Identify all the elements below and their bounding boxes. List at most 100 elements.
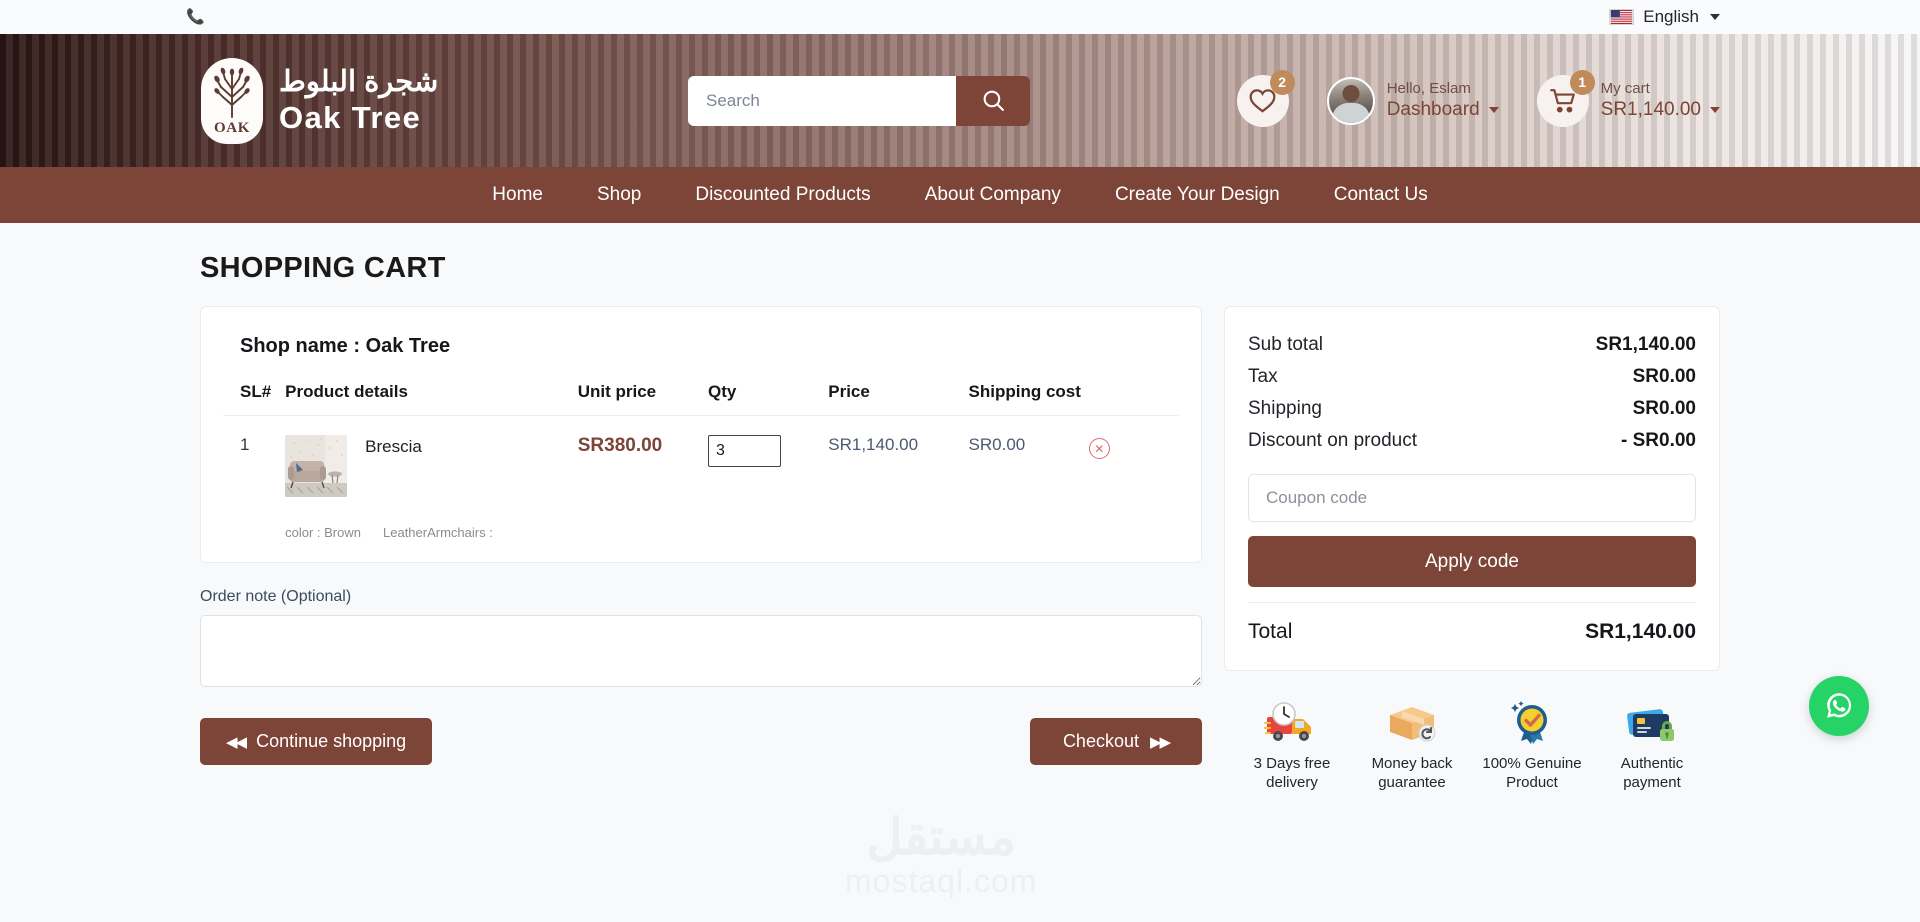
money-back-box-icon: [1390, 707, 1436, 742]
trust-badge-payment-text: Authentic payment: [1620, 755, 1684, 791]
phone-icon[interactable]: 📞: [186, 10, 205, 25]
delivery-truck-icon: [1264, 702, 1311, 741]
language-label: English: [1643, 7, 1699, 26]
cart-label: My cart: [1600, 79, 1650, 97]
logo-oak-text: OAK: [214, 119, 250, 136]
cart-table-header: SL# Product details Unit price Qty Price…: [223, 382, 1179, 416]
cart-icon-circle: 1: [1536, 69, 1595, 127]
watermark-latin: mostaql.com: [845, 862, 1038, 899]
trust-badge-delivery: 3 Days free delivery: [1232, 699, 1352, 793]
product-thumbnail[interactable]: [285, 435, 348, 497]
dashboard-label: Dashboard: [1386, 98, 1480, 120]
wishlist-badge: 2: [1269, 69, 1295, 95]
nav-item-discounted-products[interactable]: Discounted Products: [668, 184, 897, 206]
logo-arabic-name: شجرة البلوط: [279, 66, 439, 99]
search-input[interactable]: [688, 75, 956, 126]
total-label: Total: [1248, 620, 1293, 643]
product-name[interactable]: Brescia: [365, 435, 422, 457]
search-icon: [983, 90, 1004, 111]
nav-item-about-company[interactable]: About Company: [898, 184, 1088, 206]
coupon-code-input[interactable]: [1248, 474, 1696, 522]
unit-price-value: SR380.00: [577, 435, 663, 456]
row-shipping-cell: SR0.00: [968, 415, 1089, 562]
trust-badge-delivery-text: 3 Days free delivery: [1253, 755, 1331, 791]
page-body: SHOPPING CART Shop name : Oak Tree SL# P…: [0, 252, 1920, 793]
site-logo[interactable]: OAK شجرة البلوط Oak Tree: [201, 57, 439, 144]
chevron-double-left-icon: ◀◀: [226, 733, 247, 751]
trust-badge-money-back-text: Money back guarantee: [1371, 755, 1453, 791]
column-header-product: Product details: [285, 382, 408, 401]
top-utility-bar: 📞 English: [0, 0, 1920, 34]
column-header-shipping-cost: Shipping cost: [968, 382, 1081, 401]
wishlist-button[interactable]: 2: [1236, 69, 1295, 127]
quantity-input[interactable]: [708, 435, 781, 467]
apply-code-button[interactable]: Apply code: [1248, 536, 1696, 587]
row-qty-cell: [708, 415, 829, 562]
cart-amount: SR1,140.00: [1600, 98, 1701, 120]
order-note-label: Order note (Optional): [200, 588, 352, 605]
account-menu[interactable]: Hello, Eslam Dashboard: [1326, 76, 1499, 125]
checkout-label: Checkout: [1062, 731, 1139, 751]
nav-item-shop[interactable]: Shop: [570, 184, 668, 206]
chevron-double-right-icon: ▶▶: [1149, 733, 1171, 751]
row-product-cell: Brescia color : Brown LeatherArmchairs :: [285, 415, 578, 562]
trust-badges: 3 Days free delivery Money back guarante…: [1224, 699, 1720, 793]
continue-shopping-button[interactable]: ◀◀ Continue shopping: [200, 718, 433, 765]
column-header-actions: [1089, 382, 1179, 416]
remove-circle-icon[interactable]: ✕: [1088, 438, 1110, 459]
language-selector[interactable]: English: [1609, 7, 1720, 27]
product-attr-color: color : Brown: [285, 525, 361, 540]
secure-payment-icon: [1627, 709, 1674, 741]
summary-row-subtotal: Sub total SR1,140.00: [1248, 329, 1696, 361]
checkout-button[interactable]: Checkout ▶▶: [1030, 718, 1202, 765]
summary-column: Sub total SR1,140.00 Tax SR0.00 Shipping…: [1224, 306, 1720, 793]
main-navigation: Home Shop Discounted Products About Comp…: [0, 167, 1920, 223]
nav-item-create-your-design[interactable]: Create Your Design: [1088, 184, 1307, 206]
chevron-down-icon: [1710, 14, 1720, 20]
genuine-badge-icon: [1511, 701, 1547, 744]
chevron-down-icon: [1710, 107, 1720, 114]
shipping-cost-value: SR0.00: [968, 435, 1026, 454]
shipping-value: SR0.00: [1632, 398, 1696, 419]
shipping-label: Shipping: [1248, 398, 1322, 419]
cart-card: Shop name : Oak Tree SL# Product details…: [200, 306, 1202, 563]
discount-value: - SR0.00: [1621, 430, 1696, 451]
summary-row-tax: Tax SR0.00: [1248, 361, 1696, 393]
cart-amount-row[interactable]: SR1,140.00: [1601, 98, 1720, 122]
column-header-sl: SL#: [240, 382, 272, 401]
cart-column: Shop name : Oak Tree SL# Product details…: [200, 306, 1202, 765]
oak-tree-icon: [214, 67, 250, 118]
header-actions: 2 Hello, Eslam Dashboard 1 My cart SR1,1…: [1236, 69, 1720, 127]
search-bar: [688, 75, 1030, 126]
user-avatar: [1326, 76, 1375, 125]
whatsapp-float-button[interactable]: [1809, 676, 1869, 736]
trust-badge-payment: Authentic payment: [1592, 699, 1712, 793]
subtotal-label: Sub total: [1248, 334, 1323, 355]
logo-english-name: Oak Tree: [279, 99, 422, 135]
cart-button[interactable]: 1 My cart SR1,140.00: [1536, 69, 1720, 127]
product-attributes: color : Brown LeatherArmchairs :: [285, 497, 578, 562]
dashboard-link[interactable]: Dashboard: [1387, 98, 1499, 122]
row-serial: 1: [223, 415, 286, 562]
cart-icon: [1549, 88, 1575, 113]
price-value: SR1,140.00: [828, 435, 919, 454]
trust-badge-genuine-text: 100% Genuine Product: [1482, 755, 1582, 791]
summary-row-discount: Discount on product - SR0.00: [1248, 425, 1696, 457]
mostaql-watermark: مستقل mostaql.com: [845, 812, 1037, 900]
tax-label: Tax: [1248, 366, 1278, 387]
order-note-textarea[interactable]: [200, 615, 1202, 687]
row-price-cell: SR1,140.00: [828, 415, 969, 562]
us-flag-icon: [1609, 9, 1635, 25]
armchair-photo: [285, 435, 348, 497]
search-button[interactable]: [956, 75, 1030, 126]
trust-badge-genuine: 100% Genuine Product: [1472, 699, 1592, 793]
nav-item-contact-us[interactable]: Contact Us: [1307, 184, 1455, 206]
whatsapp-icon: [1827, 693, 1852, 718]
order-summary-card: Sub total SR1,140.00 Tax SR0.00 Shipping…: [1224, 306, 1720, 671]
summary-row-shipping: Shipping SR0.00: [1248, 393, 1696, 425]
nav-item-home[interactable]: Home: [465, 184, 570, 206]
column-header-unit-price: Unit price: [577, 382, 657, 401]
cart-badge: 1: [1569, 69, 1595, 95]
site-header: OAK شجرة البلوط Oak Tree 2 Hell: [0, 34, 1920, 167]
table-row: 1 Brescia color: Brown LeatherArmchairs…: [223, 415, 1179, 562]
